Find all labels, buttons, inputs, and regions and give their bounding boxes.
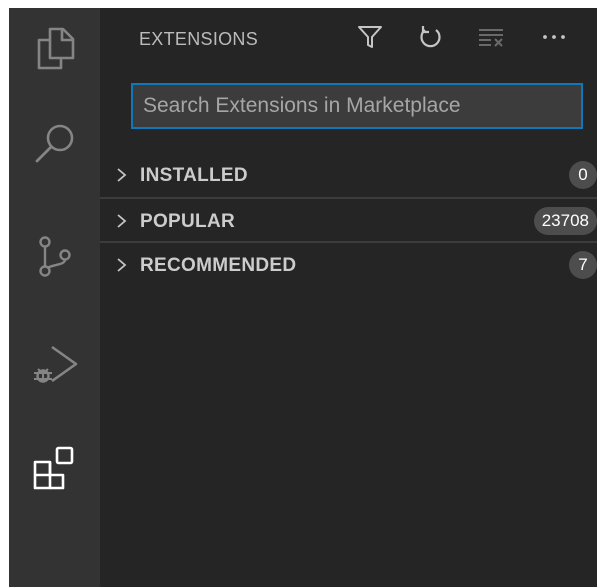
search-extensions-input[interactable] [143, 85, 573, 127]
section-recommended[interactable]: RECOMMENDED 7 [100, 241, 597, 285]
extensions-icon [33, 446, 73, 490]
vscode-window: EXTENSIONS Search Extensions in Marketpl… [9, 8, 597, 587]
section-label: RECOMMENDED [140, 255, 297, 276]
search-box [131, 83, 583, 129]
activity-explorer[interactable] [9, 8, 100, 88]
sidebar-title: EXTENSIONS [139, 29, 259, 49]
activity-bar [9, 8, 100, 587]
activity-run-debug[interactable] [9, 326, 100, 406]
refresh-icon [420, 26, 441, 48]
filter-icon [358, 26, 382, 48]
more-actions-icon [543, 35, 565, 39]
activity-source-control[interactable] [9, 216, 100, 296]
clear-results-icon [479, 29, 503, 47]
section-label: POPULAR [140, 211, 235, 232]
section-label: INSTALLED [140, 165, 248, 186]
chevron-right-icon [117, 168, 127, 182]
explorer-icon [37, 27, 74, 70]
count-badge: 23708 [533, 207, 597, 235]
search-icon [35, 124, 73, 163]
filter-button[interactable] [353, 20, 387, 54]
extensions-sidebar: EXTENSIONS Search Extensions in Marketpl… [100, 8, 597, 587]
source-control-icon [38, 236, 71, 277]
section-installed[interactable]: INSTALLED 0 [100, 153, 597, 197]
clear-results-button[interactable] [474, 20, 508, 54]
activity-search[interactable] [9, 103, 100, 183]
chevron-right-icon [117, 214, 127, 228]
count-badge: 7 [569, 251, 597, 279]
run-debug-icon [33, 345, 77, 383]
section-popular[interactable]: POPULAR 23708 [100, 197, 597, 241]
more-actions-button[interactable] [537, 20, 571, 54]
chevron-right-icon [117, 258, 127, 272]
refresh-button[interactable] [414, 20, 448, 54]
sidebar-header: EXTENSIONS [100, 8, 597, 68]
count-badge: 0 [569, 161, 597, 189]
activity-extensions[interactable] [9, 428, 100, 508]
